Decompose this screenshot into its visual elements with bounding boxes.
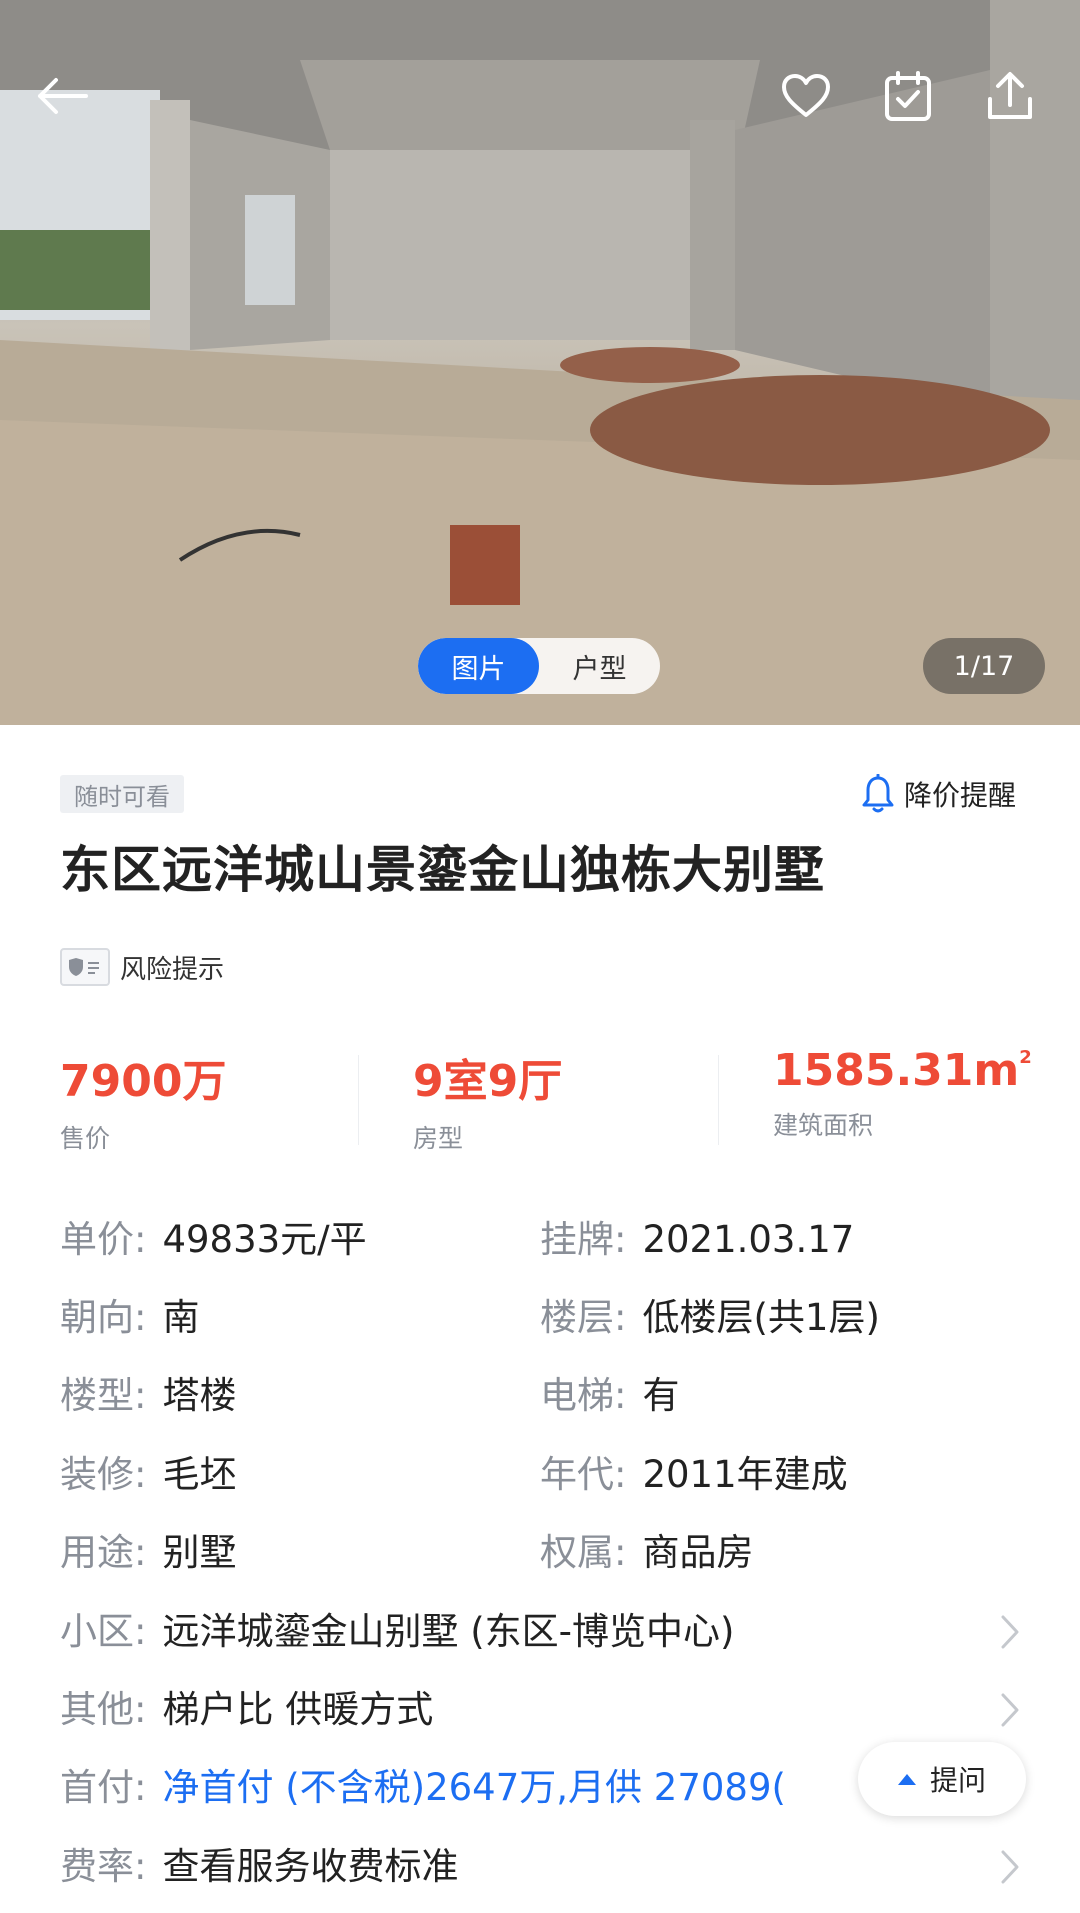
tab-photos[interactable]: 图片 <box>418 638 539 694</box>
stat-divider <box>718 1055 719 1145</box>
price-alert-button[interactable]: 降价提醒 <box>862 771 1016 817</box>
bell-icon <box>862 774 894 813</box>
arrow-left-icon <box>38 78 88 114</box>
heart-icon <box>782 74 830 117</box>
down-payment-link: 净首付 (不含税)2647万,月供 27089( <box>162 1766 786 1809</box>
stat-area-label: 建筑面积 <box>773 1111 874 1140</box>
media-type-toggle[interactable]: 图片 户型 <box>418 638 660 694</box>
stat-layout-label: 房型 <box>413 1124 464 1153</box>
key-stats: 7900万 售价 9室9厅 房型 1585.31m2 建筑面积 <box>60 1045 1032 1155</box>
ask-question-button[interactable]: 提问 <box>858 1742 1026 1816</box>
detail-row: 单价: 49833元/平 挂牌: 2021.03.17 <box>60 1218 855 1261</box>
detail-row: 装修: 毛坯 年代: 2011年建成 <box>60 1453 848 1496</box>
price-alert-label: 降价提醒 <box>903 779 1016 812</box>
stat-price: 7900万 售价 <box>60 1045 226 1155</box>
risk-notice-label: 风险提示 <box>120 954 225 985</box>
chevron-right-icon <box>1001 1693 1019 1727</box>
detail-row: 朝向: 南 楼层: 低楼层(共1层) <box>60 1296 880 1339</box>
share-button[interactable] <box>974 60 1046 132</box>
viewing-tag: 随时可看 <box>60 775 184 813</box>
back-button[interactable] <box>25 60 97 132</box>
tab-floorplan[interactable]: 户型 <box>539 638 660 694</box>
listing-photo[interactable]: 图片 户型 1/17 <box>0 0 1080 725</box>
share-icon <box>988 72 1032 119</box>
calendar-check-icon <box>885 71 931 121</box>
shield-card-icon <box>60 948 110 986</box>
fee-row[interactable]: 费率: 查看服务收费标准 <box>60 1837 1020 1897</box>
stat-divider <box>358 1055 359 1145</box>
community-row[interactable]: 小区: 远洋城鎏金山别墅 (东区-博览中心) <box>60 1602 1020 1662</box>
detail-row: 用途: 别墅 权属: 商品房 <box>60 1531 754 1574</box>
stat-price-label: 售价 <box>60 1124 111 1153</box>
chevron-right-icon <box>1001 1615 1019 1649</box>
detail-row: 楼型: 塔楼 电梯: 有 <box>60 1374 680 1417</box>
triangle-up-icon <box>897 1773 916 1785</box>
stat-area: 1585.31m2 建筑面积 <box>773 1045 1032 1142</box>
risk-notice-link[interactable]: 风险提示 <box>60 948 224 986</box>
ask-question-label: 提问 <box>929 1764 986 1797</box>
schedule-visit-button[interactable] <box>872 60 944 132</box>
stat-price-value: 7900万 <box>60 1056 227 1107</box>
listing-title: 东区远洋城山景鎏金山独栋大别墅 <box>60 841 825 899</box>
stat-layout: 9室9厅 房型 <box>413 1045 562 1155</box>
stat-layout-value: 9室9厅 <box>413 1056 563 1107</box>
chevron-right-icon <box>1001 1850 1019 1884</box>
stat-area-value: 1585.31m2 <box>773 1045 1032 1096</box>
photo-counter: 1/17 <box>923 638 1045 694</box>
other-info-row[interactable]: 其他: 梯户比 供暖方式 <box>60 1680 1020 1740</box>
favorite-button[interactable] <box>770 60 842 132</box>
